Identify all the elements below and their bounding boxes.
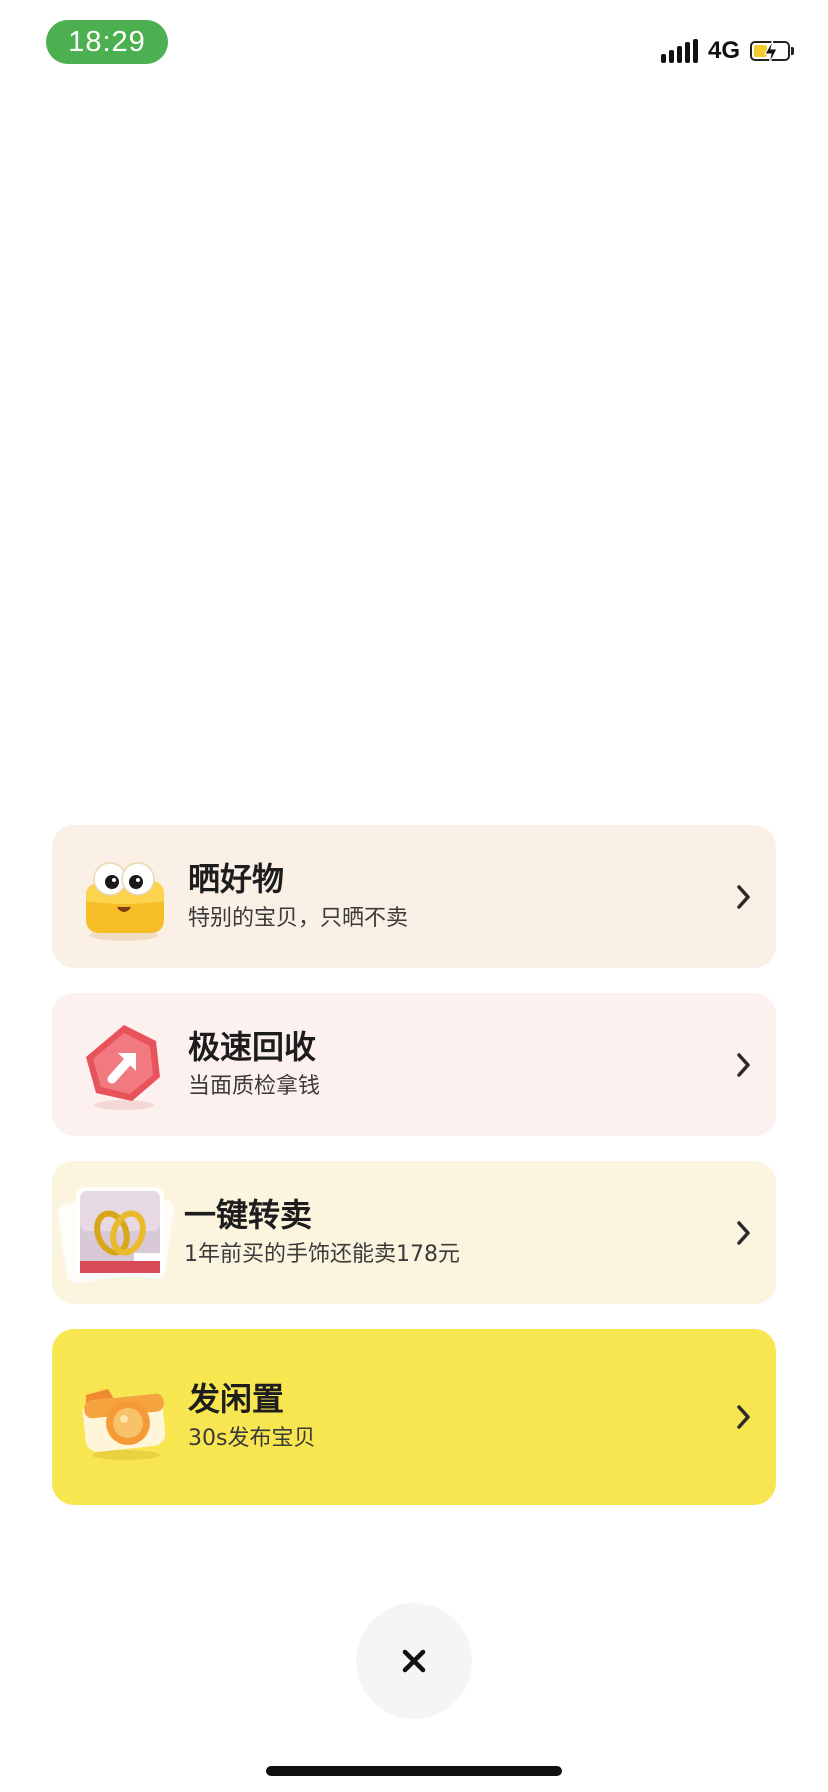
menu-item-title: 一键转卖 [184,1195,313,1234]
menu-item-title: 极速回收 [188,1027,317,1066]
chevron-right-icon [737,1405,750,1429]
status-time: 18:29 [46,20,168,64]
menu-item-subtitle: 30s发布宝贝 [188,1426,316,1451]
menu-item-subtitle: 1年前买的手饰还能卖178元 [184,1241,460,1267]
camera-icon [72,1365,176,1469]
status-indicators: 4G [660,36,794,66]
chevron-right-icon [737,884,750,909]
menu-item-subtitle: 特别的宝贝，只晒不卖 [188,905,409,931]
status-bar: 18:29 4G [0,0,828,90]
cute-box-icon [72,845,176,949]
red-arrow-badge-icon [72,1013,176,1117]
menu-item-subtitle: 当面质检拿钱 [188,1073,321,1099]
menu-item-post-idle[interactable]: 发闲置 30s发布宝贝 [52,1329,776,1505]
menu-item-show-goods[interactable]: 晒好物 特别的宝贝，只晒不卖 [52,825,776,968]
menu-item-fast-recycle[interactable]: 极速回收 当面质检拿钱 [52,993,776,1136]
menu-item-quick-resell[interactable]: 一键转卖 1年前买的手饰还能卖178元 [52,1161,776,1304]
network-type: 4G [707,37,740,64]
ring-photo-thumbnail [58,1181,174,1285]
chevron-right-icon [737,1052,750,1077]
battery-icon [750,40,794,64]
close-icon [402,1649,426,1673]
menu-item-title: 发闲置 [188,1380,285,1418]
menu-item-title: 晒好物 [188,859,285,898]
close-button[interactable] [356,1603,472,1719]
chevron-right-icon [737,1220,750,1245]
signal-icon [660,39,698,63]
home-indicator[interactable] [266,1766,562,1776]
